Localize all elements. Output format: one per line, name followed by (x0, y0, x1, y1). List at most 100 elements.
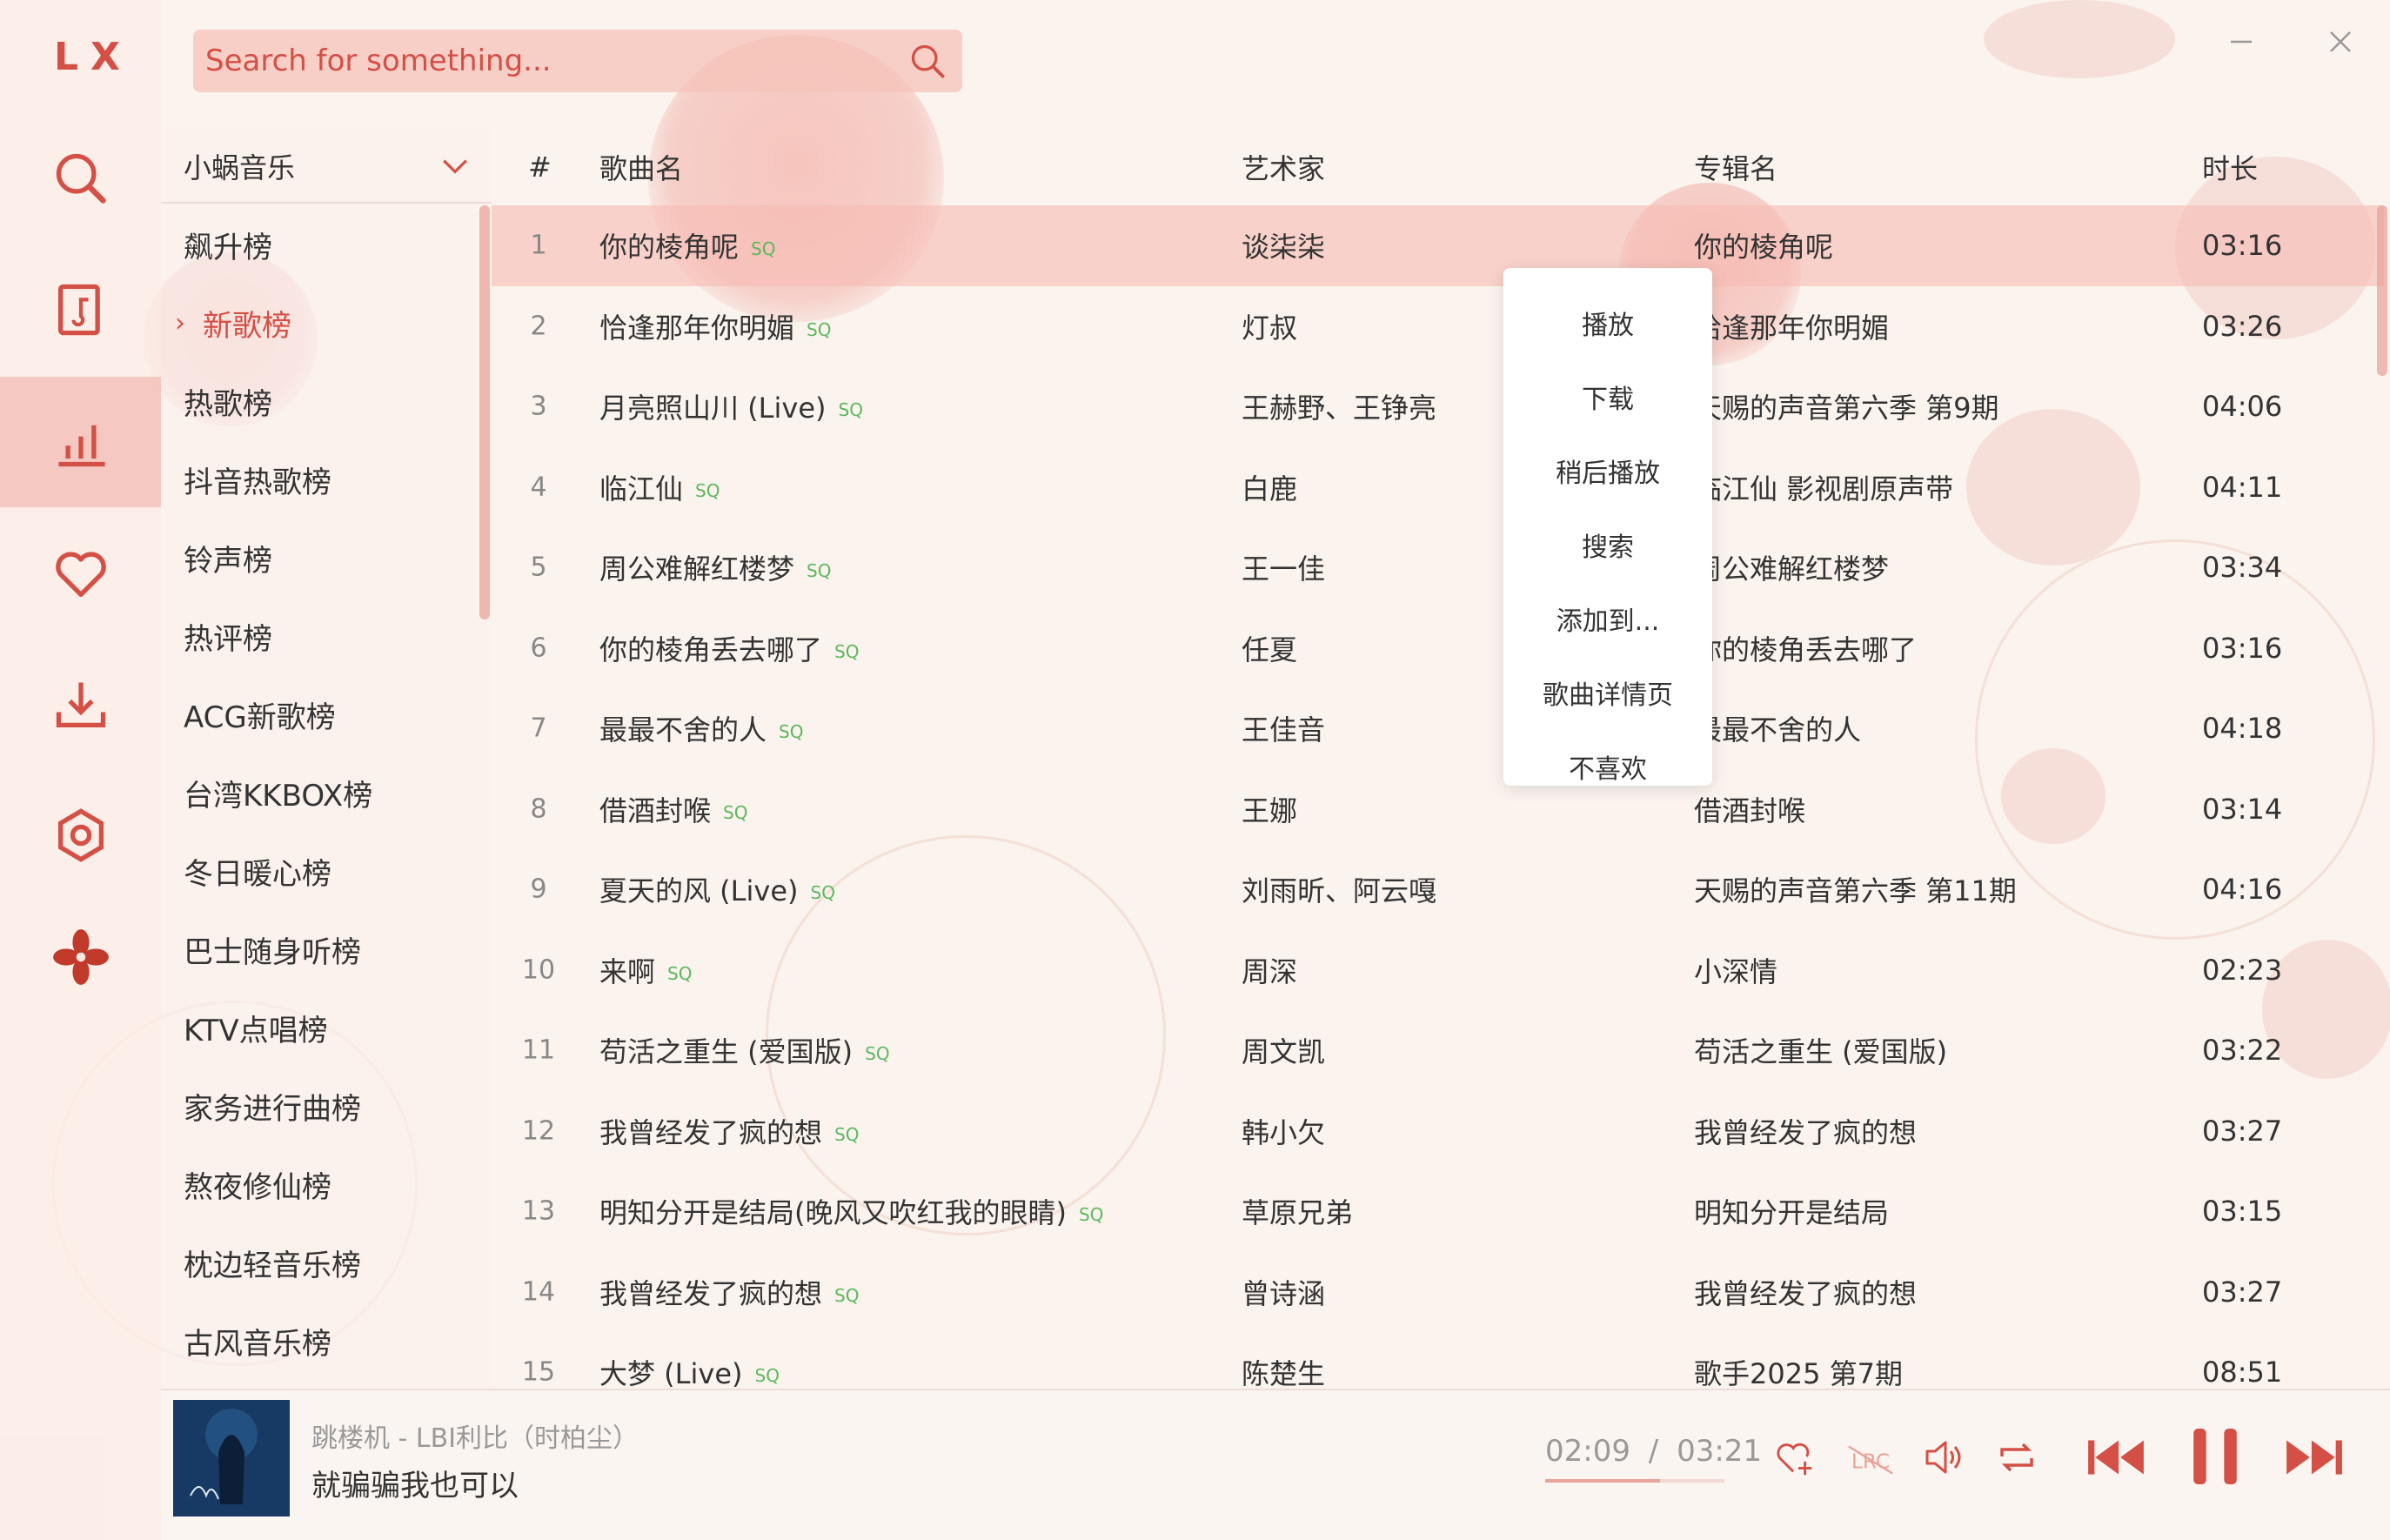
next-button[interactable] (2280, 1427, 2349, 1488)
album-name[interactable]: 你的棱角丢去哪了 (1694, 628, 1917, 668)
board-item[interactable]: 热歌榜 (161, 362, 483, 440)
artist-name[interactable]: 王娜 (1242, 789, 1297, 829)
volume-button[interactable] (1918, 1433, 1970, 1482)
table-row[interactable]: 13 明知分开是结局(晚风又吹红我的眼睛) SQ 草原兄弟 明知分开是结局 03:15 (492, 1171, 2384, 1252)
album-name[interactable]: 歌手2025 第7期 (1694, 1352, 1903, 1392)
table-row[interactable]: 10 来啊 SQ 周深 小深情 02:23 (492, 930, 2384, 1011)
table-row[interactable]: 2 恰逢那年你明媚 SQ 灯叔 恰逢那年你明媚 03:26 (492, 286, 2384, 367)
album-name[interactable]: 你的棱角呢 (1694, 225, 1833, 265)
artist-name[interactable]: 王一佳 (1242, 547, 1325, 587)
search-bar (193, 30, 962, 92)
quality-badge: SQ (667, 962, 693, 984)
header-album[interactable]: 专辑名 (1694, 147, 1777, 187)
board-item[interactable]: 古风音乐榜 (161, 1302, 483, 1380)
search-button[interactable] (893, 30, 962, 92)
nav-search[interactable] (0, 113, 161, 244)
board-item[interactable]: 台湾KKBOX榜 (161, 753, 483, 832)
artist-name[interactable]: 周文凯 (1242, 1030, 1325, 1070)
nav-favorites[interactable] (0, 509, 161, 639)
board-item[interactable]: KTV点唱榜 (161, 988, 483, 1067)
context-menu-item[interactable]: 下载 (1503, 359, 1712, 433)
album-name[interactable]: 天赐的声音第六季 第9期 (1694, 386, 1999, 426)
album-name[interactable]: 我曾经发了疯的想 (1694, 1272, 1917, 1312)
artist-name[interactable]: 陈楚生 (1242, 1352, 1325, 1392)
board-item[interactable]: 巴士随身听榜 (161, 910, 483, 988)
source-select[interactable]: 小蜗音乐 (161, 131, 492, 204)
table-row[interactable]: 4 临江仙 SQ 白鹿 临江仙 影视剧原声带 04:11 (492, 447, 2384, 528)
pause-button[interactable] (2182, 1423, 2248, 1490)
repeat-mode-button[interactable] (1991, 1433, 2043, 1482)
artist-name[interactable]: 韩小欠 (1242, 1111, 1325, 1151)
close-button[interactable] (2314, 16, 2367, 68)
artist-name[interactable]: 周深 (1242, 950, 1297, 990)
context-menu-item[interactable]: 歌曲详情页 (1503, 655, 1712, 729)
board-list-scrollbar[interactable] (479, 205, 490, 619)
board-item[interactable]: › 新歌榜 (161, 284, 483, 362)
table-row[interactable]: 7 最最不舍的人 SQ 王佳音 最最不舍的人 04:18 (492, 688, 2384, 769)
board-item[interactable]: 铃声榜 (161, 519, 483, 597)
table-row[interactable]: 12 我曾经发了疯的想 SQ 韩小欠 我曾经发了疯的想 03:27 (492, 1091, 2384, 1172)
board-item[interactable]: 熬夜修仙榜 (161, 1145, 483, 1223)
artist-name[interactable]: 任夏 (1242, 628, 1297, 668)
nav-leaderboard[interactable] (0, 377, 161, 507)
artist-name[interactable]: 刘雨昕、阿云嘎 (1242, 869, 1436, 909)
table-row[interactable]: 14 我曾经发了疯的想 SQ 曾诗涵 我曾经发了疯的想 03:27 (492, 1252, 2384, 1333)
context-menu-item[interactable]: 播放 (1503, 285, 1712, 359)
album-name[interactable]: 临江仙 影视剧原声带 (1694, 467, 1953, 507)
artist-name[interactable]: 白鹿 (1242, 467, 1297, 507)
board-item[interactable]: 家务进行曲榜 (161, 1067, 483, 1145)
artist-name[interactable]: 谈柒柒 (1242, 225, 1325, 265)
board-item[interactable]: 冬日暖心榜 (161, 832, 483, 910)
progress-bar[interactable] (1545, 1479, 1724, 1483)
board-item[interactable]: 枕边轻音乐榜 (161, 1223, 483, 1302)
context-menu-item[interactable]: 不喜欢 (1503, 729, 1712, 803)
album-name[interactable]: 我曾经发了疯的想 (1694, 1111, 1917, 1151)
artist-name[interactable]: 灯叔 (1242, 306, 1297, 346)
row-number: 15 (521, 1356, 556, 1388)
album-name[interactable]: 周公难解红楼梦 (1694, 547, 1889, 587)
table-row[interactable]: 11 苟活之重生 (爱国版) SQ 周文凯 苟活之重生 (爱国版) 03:22 (492, 1010, 2384, 1091)
album-name[interactable]: 小深情 (1694, 950, 1777, 990)
song-table-scrollbar[interactable] (2377, 205, 2387, 376)
album-name[interactable]: 明知分开是结局 (1694, 1191, 1889, 1231)
header-artist[interactable]: 艺术家 (1242, 147, 1325, 187)
artist-name[interactable]: 草原兄弟 (1242, 1191, 1353, 1231)
board-item[interactable]: ACG新歌榜 (161, 675, 483, 753)
board-item[interactable]: 飙升榜 (161, 205, 483, 284)
table-row[interactable]: 8 借酒封喉 SQ 王娜 借酒封喉 03:14 (492, 769, 2384, 850)
album-name[interactable]: 恰逢那年你明媚 (1694, 306, 1889, 346)
table-row[interactable]: 1 你的棱角呢 SQ 谈柒柒 你的棱角呢 03:16 (492, 205, 2384, 286)
lyrics-toggle-button[interactable]: LRC (1844, 1436, 1897, 1484)
track-title[interactable]: 跳楼机 - LBI利比（时柏尘） (311, 1416, 639, 1455)
artist-name[interactable]: 曾诗涵 (1242, 1272, 1325, 1312)
header-name[interactable]: 歌曲名 (599, 147, 683, 187)
quality-badge: SQ (838, 399, 863, 421)
previous-button[interactable] (2081, 1427, 2151, 1488)
album-name[interactable]: 苟活之重生 (爱国版) (1694, 1030, 1947, 1070)
album-name[interactable]: 天赐的声音第六季 第11期 (1694, 869, 2017, 909)
nav-download[interactable] (0, 639, 161, 770)
song-name-text: 明知分开是结局(晚风又吹红我的眼睛) (599, 1196, 1067, 1230)
song-name: 借酒封喉 SQ (599, 789, 747, 829)
board-item[interactable]: 抖音热歌榜 (161, 440, 483, 519)
context-menu-item[interactable]: 稍后播放 (1503, 433, 1712, 507)
nav-song-list[interactable] (0, 244, 161, 374)
context-menu-item[interactable]: 添加到... (1503, 581, 1712, 655)
album-name[interactable]: 最最不舍的人 (1694, 708, 1861, 748)
table-row[interactable]: 9 夏天的风 (Live) SQ 刘雨昕、阿云嘎 天赐的声音第六季 第11期 04:16 (492, 849, 2384, 930)
context-menu-item[interactable]: 搜索 (1503, 507, 1712, 581)
header-time[interactable]: 时长 (2202, 147, 2258, 187)
album-cover[interactable] (173, 1400, 290, 1517)
heart-add-icon (1777, 1443, 1812, 1476)
nav-settings[interactable] (0, 770, 161, 901)
table-row[interactable]: 5 周公难解红楼梦 SQ 王一佳 周公难解红楼梦 03:34 (492, 527, 2384, 608)
like-button[interactable] (1771, 1433, 1820, 1482)
board-item[interactable]: 热评榜 (161, 597, 483, 675)
minimize-button[interactable] (2215, 16, 2267, 68)
artist-name[interactable]: 王佳音 (1242, 708, 1325, 748)
table-row[interactable]: 3 月亮照山川 (Live) SQ 王赫野、王铮亮 天赐的声音第六季 第9期 04:06 (492, 366, 2384, 447)
search-input[interactable] (205, 44, 893, 78)
table-row[interactable]: 6 你的棱角丢去哪了 SQ 任夏 你的棱角丢去哪了 03:16 (492, 608, 2384, 689)
artist-name[interactable]: 王赫野、王铮亮 (1242, 386, 1436, 426)
board-item-label: 枕边轻音乐榜 (184, 1248, 361, 1283)
